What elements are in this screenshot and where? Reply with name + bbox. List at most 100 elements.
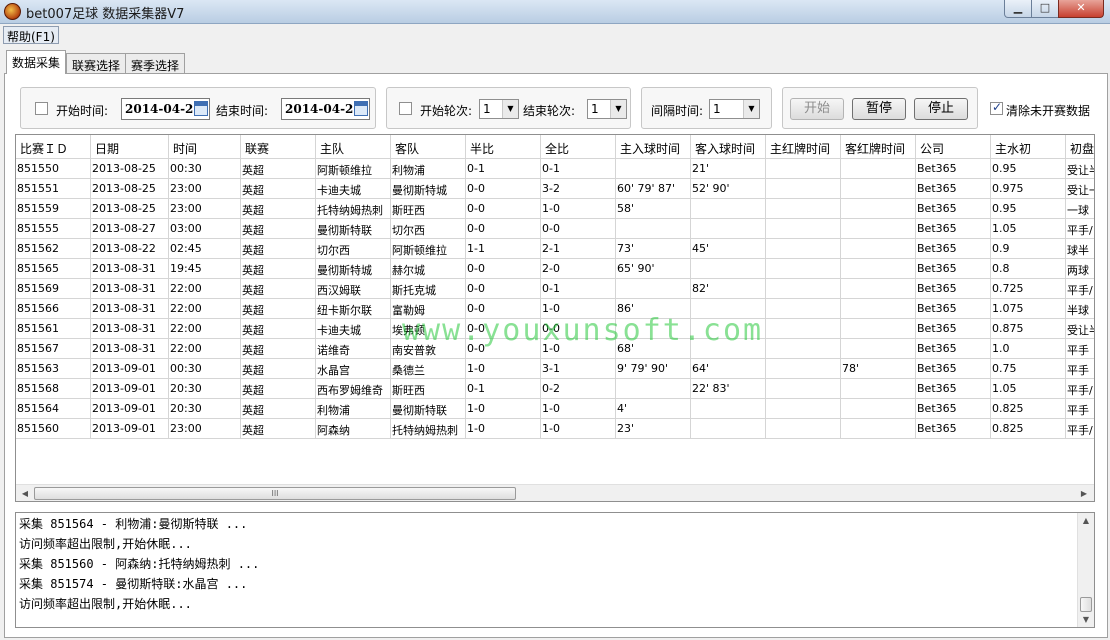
menu-help[interactable]: 帮助(F1) [3,26,59,44]
column-header[interactable]: 全比 [541,135,616,159]
table-cell: 利物浦 [391,159,466,179]
vertical-scrollbar[interactable]: ▲ ▼ [1077,513,1094,627]
table-cell: 0-0 [541,219,616,239]
table-cell [841,259,916,279]
column-header[interactable]: 主水初 [991,135,1066,159]
column-header[interactable]: 客队 [391,135,466,159]
column-header[interactable]: 主队 [316,135,391,159]
end-time-label: 结束时间: [216,104,269,118]
end-date-picker[interactable]: 2014-04-29 [281,98,370,120]
table-cell: 851551 [16,179,91,199]
table-row[interactable]: 851564 2013-09-01 20:30 英超 利物浦 曼彻斯特联 1-0 1-0 4' B… [16,399,1094,419]
clear-unstarted-label: 清除未开赛数据 [1006,104,1091,118]
table-cell: 赫尔城 [391,259,466,279]
table-row[interactable]: 851568 2013-09-01 20:30 英超 西布罗姆维奇 斯旺西 0-1 0-2 22… [16,379,1094,399]
table-row[interactable]: 851559 2013-08-25 23:00 英超 托特纳姆热刺 斯旺西 0-0 1-0 58… [16,199,1094,219]
table-row[interactable]: 851555 2013-08-27 03:00 英超 曼彻斯特联 切尔西 0-0 0-0 Bet… [16,219,1094,239]
table-cell: 英超 [241,179,316,199]
column-header[interactable]: 主红牌时间 [766,135,841,159]
table-row[interactable]: 851563 2013-09-01 00:30 英超 水晶宫 桑德兰 1-0 3-1 9' 79… [16,359,1094,379]
table-cell [766,379,841,399]
scroll-up-icon[interactable]: ▲ [1078,513,1094,528]
table-row[interactable]: 851562 2013-08-22 02:45 英超 切尔西 阿斯顿维拉 1-1 2-1 73'… [16,239,1094,259]
scroll-thumb[interactable]: III [34,487,516,500]
app-logo-icon [4,3,21,20]
column-header[interactable]: 初盘 [1066,135,1094,159]
column-header[interactable]: 客入球时间 [691,135,766,159]
calendar-icon[interactable] [354,101,368,116]
table-cell: 00:30 [169,359,241,379]
table-cell: 22:00 [169,299,241,319]
end-round-select[interactable]: 1 ▼ [587,99,627,119]
table-cell: 英超 [241,379,316,399]
column-header[interactable]: 比赛ＩＤ [16,135,91,159]
table-cell: 1-0 [541,399,616,419]
table-cell: 英超 [241,319,316,339]
horizontal-scrollbar[interactable]: ◀ III ▶ [16,484,1094,501]
grid-header: 比赛ＩＤ 日期 时间 联赛 主队 客队 半比 全比 主入球时间 客入球时间 主红牌时间 客红牌时间 公司… [16,135,1094,159]
table-cell: 02:45 [169,239,241,259]
table-cell [841,239,916,259]
table-cell: 0.95 [991,199,1066,219]
table-row[interactable]: 851569 2013-08-31 22:00 英超 西汉姆联 斯托克城 0-0 0-1 82'… [16,279,1094,299]
maximize-button[interactable]: □ [1031,0,1059,18]
log-output[interactable]: 采集 851564 - 利物浦:曼彻斯特联 ... 访问频率超出限制,开始休眠..… [15,512,1095,628]
table-cell: 平手 [1066,399,1094,419]
start-time-checkbox[interactable] [35,102,48,115]
table-cell: 水晶宫 [316,359,391,379]
calendar-icon[interactable] [194,101,208,116]
start-button[interactable]: 开始 [790,98,844,120]
table-cell: 2013-08-27 [91,219,169,239]
end-round-label: 结束轮次: [523,104,576,118]
table-cell: 0-0 [466,259,541,279]
tab-league-select[interactable]: 联赛选择 [66,53,127,74]
table-cell: 2013-08-25 [91,199,169,219]
table-cell [841,319,916,339]
table-cell: 平手/ [1066,379,1094,399]
table-cell: 英超 [241,159,316,179]
start-round-select[interactable]: 1 ▼ [479,99,519,119]
clear-unstarted-checkbox[interactable] [990,100,1003,115]
close-button[interactable]: ✕ [1058,0,1104,18]
scroll-thumb[interactable] [1080,597,1092,612]
column-header[interactable]: 时间 [169,135,241,159]
table-cell: 03:00 [169,219,241,239]
table-cell: 0-0 [466,199,541,219]
column-header[interactable]: 主入球时间 [616,135,691,159]
tab-data-collection[interactable]: 数据采集 [6,50,67,74]
table-cell: 英超 [241,199,316,219]
column-header[interactable]: 日期 [91,135,169,159]
interval-value: 1 [713,102,721,116]
table-row[interactable]: 851565 2013-08-31 19:45 英超 曼彻斯特城 赫尔城 0-0 2-0 65'… [16,259,1094,279]
column-header[interactable]: 公司 [916,135,991,159]
column-header[interactable]: 半比 [466,135,541,159]
scroll-right-icon[interactable]: ▶ [1076,486,1092,501]
stop-button[interactable]: 停止 [914,98,968,120]
column-header[interactable]: 联赛 [241,135,316,159]
table-cell: Bet365 [916,379,991,399]
table-row[interactable]: 851560 2013-09-01 23:00 英超 阿森纳 托特纳姆热刺 1-0 1-0 23… [16,419,1094,439]
log-line: 采集 851574 - 曼彻斯特联:水晶宫 ... [19,577,248,591]
minimize-button[interactable]: ▁ [1004,0,1032,18]
table-cell: 2013-08-31 [91,299,169,319]
table-cell: 斯旺西 [391,199,466,219]
table-cell [766,159,841,179]
interval-select[interactable]: 1 ▼ [709,99,760,119]
table-cell: 1-0 [541,419,616,439]
table-cell: 0.9 [991,239,1066,259]
start-round-checkbox[interactable] [399,102,412,115]
scroll-down-icon[interactable]: ▼ [1078,612,1094,627]
column-header[interactable]: 客红牌时间 [841,135,916,159]
table-cell: 00:30 [169,159,241,179]
table-cell: 23:00 [169,179,241,199]
scroll-left-icon[interactable]: ◀ [17,486,33,501]
table-row[interactable]: 851551 2013-08-25 23:00 英超 卡迪夫城 曼彻斯特城 0-0 3-2 60… [16,179,1094,199]
pause-button[interactable]: 暂停 [852,98,906,120]
table-cell: 2013-08-31 [91,259,169,279]
start-date-picker[interactable]: 2014-04-28 [121,98,210,120]
table-cell: 0-1 [541,279,616,299]
table-cell: 22:00 [169,279,241,299]
table-row[interactable]: 851550 2013-08-25 00:30 英超 阿斯顿维拉 利物浦 0-1 0-1 21'… [16,159,1094,179]
tab-season-select[interactable]: 赛季选择 [125,53,186,74]
table-cell [841,399,916,419]
